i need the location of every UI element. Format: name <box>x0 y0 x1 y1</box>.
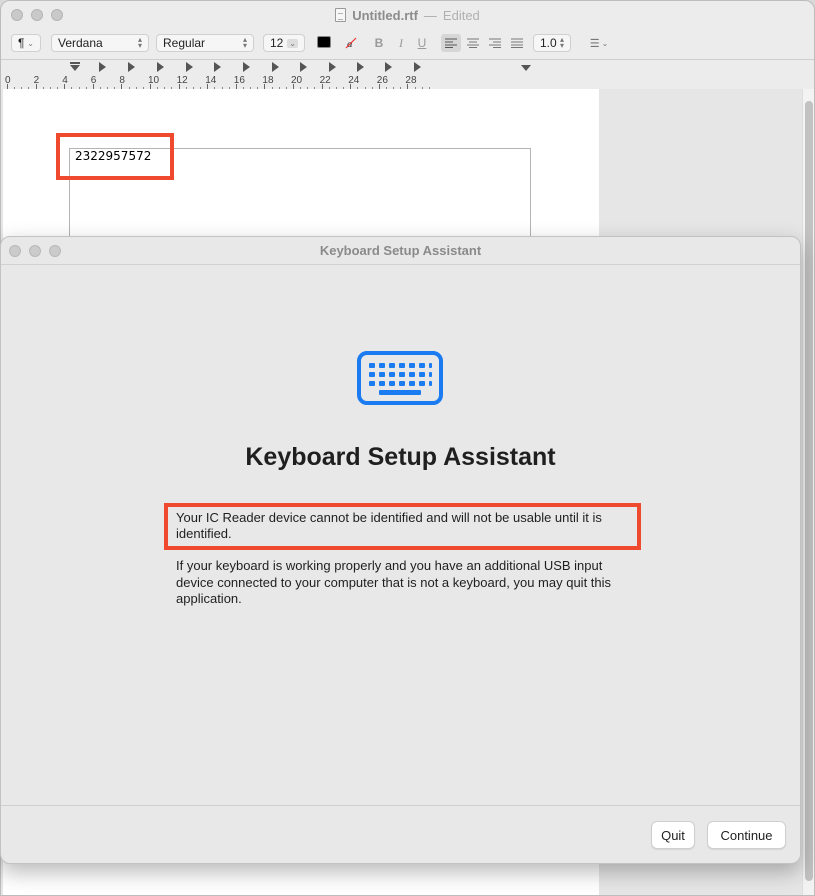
ruler[interactable]: 0 2 4 6 8 10 12 14 16 18 20 22 24 26 28 <box>1 59 814 90</box>
tab-stop-marker[interactable] <box>272 62 279 72</box>
tab-stop-marker[interactable] <box>99 62 106 72</box>
underline-button[interactable]: U <box>414 35 430 51</box>
quit-button[interactable]: Quit <box>651 821 695 849</box>
tab-stop-marker[interactable] <box>243 62 250 72</box>
dialog-divider <box>1 805 800 806</box>
ruler-label: 26 <box>376 75 388 86</box>
ruler-scale: 0 2 4 6 8 10 12 14 16 18 20 22 24 26 28 <box>1 62 814 90</box>
align-right-icon[interactable] <box>485 34 505 52</box>
font-size-combo[interactable]: 12 ⌄ <box>263 34 305 52</box>
ruler-label: 16 <box>233 75 245 86</box>
font-size-value: 12 <box>270 36 284 50</box>
document-status: Edited <box>442 7 480 23</box>
tab-stop-marker[interactable] <box>357 62 364 72</box>
align-center-icon[interactable] <box>463 34 483 52</box>
ruler-label: 10 <box>148 75 160 86</box>
message-highlight <box>164 503 641 550</box>
indent-marker[interactable] <box>70 62 80 72</box>
align-justify-icon[interactable] <box>507 34 527 52</box>
updown-chevron-icon: ▴ ▾ <box>137 35 142 50</box>
font-family-value: Verdana <box>58 36 103 50</box>
keyboard-setup-dialog: Keyboard Setup Assistant Keyboard Setup … <box>0 236 801 864</box>
chevron-down-icon: ⌄ <box>601 38 609 48</box>
document-filename: Untitled.rtf <box>352 7 418 23</box>
font-style-value: Regular <box>163 36 206 50</box>
dialog-window-controls <box>9 245 61 257</box>
tab-stop-marker[interactable] <box>186 62 193 72</box>
zoom-window-button[interactable] <box>51 9 63 21</box>
list-icon: ☰ <box>589 37 600 50</box>
font-family-popup[interactable]: Verdana ▴ ▾ <box>51 34 149 52</box>
align-left-icon[interactable] <box>441 34 461 52</box>
close-dialog-button[interactable] <box>9 245 21 257</box>
ruler-label: 6 <box>90 75 97 86</box>
updown-chevron-icon: ▴ ▾ <box>559 35 564 50</box>
title-separator: — <box>423 7 437 23</box>
ruler-label: 4 <box>62 75 68 86</box>
paragraph-style-popup[interactable]: ¶ ⌄ <box>11 34 41 52</box>
dialog-titlebar[interactable]: Keyboard Setup Assistant <box>1 237 800 265</box>
keyboard-icon <box>357 351 443 405</box>
scrollbar-thumb[interactable] <box>805 101 813 881</box>
document-icon[interactable] <box>335 8 347 22</box>
minimize-window-button[interactable] <box>31 9 43 21</box>
ruler-label: 28 <box>405 75 417 86</box>
zoom-dialog-button[interactable] <box>49 245 61 257</box>
tab-stop-marker[interactable] <box>300 62 307 72</box>
ruler-label: 12 <box>176 75 188 86</box>
tab-stop-marker[interactable] <box>414 62 421 72</box>
line-spacing-popup[interactable]: 1.0 ▴ ▾ <box>533 34 571 52</box>
format-toolbar: ¶ ⌄ Verdana ▴▾ Regular ▴▾ 12 ⌄ a B I U <box>1 31 814 55</box>
updown-chevron-icon: ▴ ▾ <box>242 35 247 50</box>
textedit-titlebar[interactable]: Untitled.rtf — Edited <box>1 1 814 29</box>
tab-stop-marker[interactable] <box>385 62 392 72</box>
dialog-heading: Keyboard Setup Assistant <box>245 443 556 471</box>
minimize-dialog-button[interactable] <box>29 245 41 257</box>
ruler-label: 14 <box>205 75 217 86</box>
document-text-highlight <box>56 133 174 180</box>
ruler-label: 18 <box>262 75 274 86</box>
text-color-well[interactable] <box>317 36 331 48</box>
font-style-popup[interactable]: Regular ▴ ▾ <box>156 34 254 52</box>
close-window-button[interactable] <box>11 9 23 21</box>
vertical-scrollbar[interactable] <box>802 89 814 895</box>
list-bullets-button[interactable]: ☰ ⌄ <box>585 35 613 51</box>
paragraph-style-label: ¶ <box>18 36 25 50</box>
alignment-group <box>441 34 527 52</box>
chevron-down-icon: ⌄ <box>287 38 298 48</box>
dialog-window-title: Keyboard Setup Assistant <box>319 243 482 258</box>
ruler-label: 0 <box>5 75 11 86</box>
tab-stop-marker[interactable] <box>157 62 164 72</box>
italic-button[interactable]: I <box>393 35 409 51</box>
ruler-label: 8 <box>119 75 125 86</box>
ruler-label: 22 <box>319 75 331 86</box>
ruler-label: 2 <box>33 75 40 86</box>
continue-button[interactable]: Continue <box>707 821 786 849</box>
bold-button[interactable]: B <box>371 35 387 51</box>
chevron-down-icon: ⌄ <box>27 38 34 48</box>
ruler-label: 20 <box>291 75 303 86</box>
tab-stop-marker[interactable] <box>214 62 221 72</box>
ruler-label: 24 <box>348 75 360 86</box>
right-margin-marker[interactable] <box>521 65 531 71</box>
highlight-color-icon[interactable]: a <box>343 35 359 51</box>
window-controls <box>11 9 63 21</box>
quit-instructions-message: If your keyboard is working properly and… <box>176 558 612 606</box>
line-spacing-value: 1.0 <box>540 36 557 50</box>
tab-stop-marker[interactable] <box>329 62 336 72</box>
document-title: Untitled.rtf — Edited <box>335 8 480 23</box>
tab-stop-marker[interactable] <box>128 62 135 72</box>
